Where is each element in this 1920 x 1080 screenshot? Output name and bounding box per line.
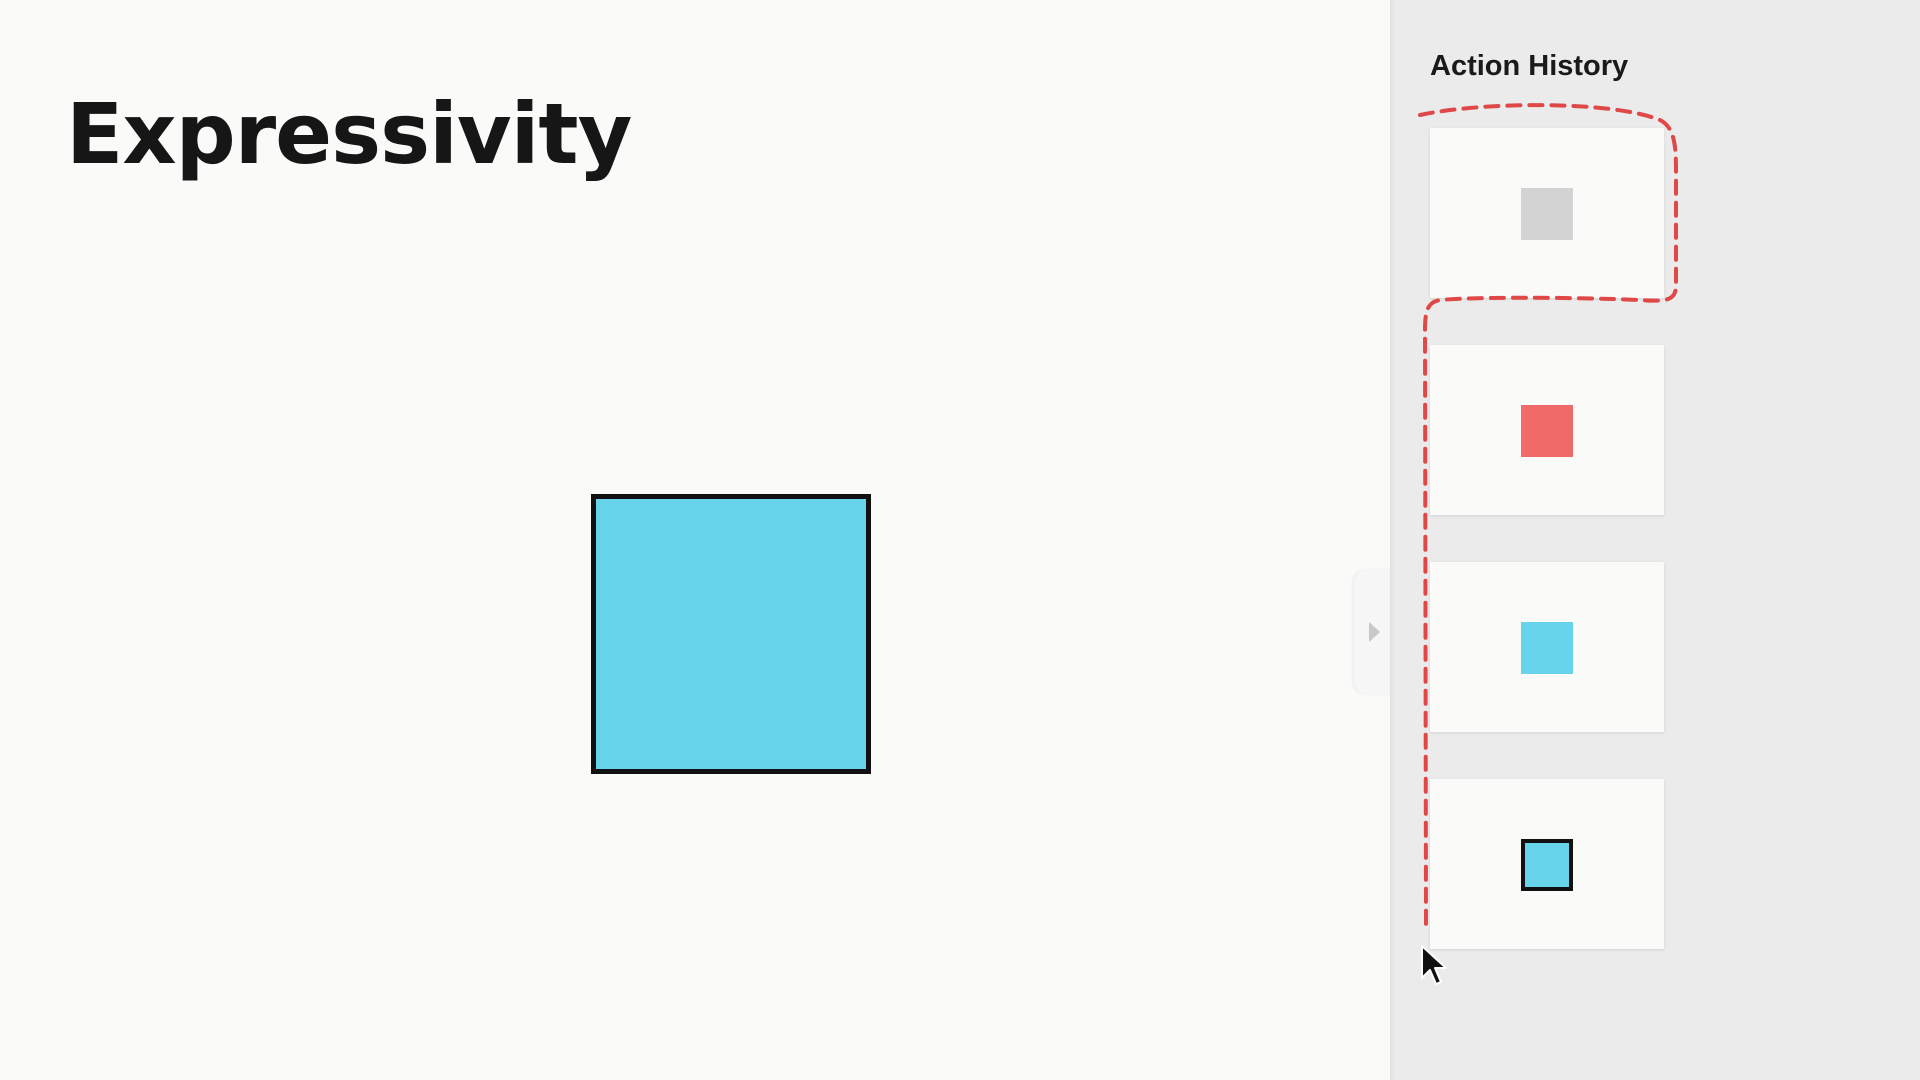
cyan-square-thumbnail (1521, 622, 1573, 674)
history-item-1[interactable] (1430, 128, 1664, 298)
chevron-right-icon (1369, 622, 1380, 642)
page-title: Expressivity (66, 85, 632, 183)
gray-square-thumbnail (1521, 188, 1573, 240)
history-item-4[interactable] (1430, 779, 1664, 949)
action-history-panel: Action History (1390, 0, 1920, 1080)
bordered-cyan-square-thumbnail (1521, 839, 1573, 891)
red-square-thumbnail (1521, 405, 1573, 457)
history-item-2[interactable] (1430, 345, 1664, 515)
canvas[interactable]: Expressivity (0, 0, 1390, 1080)
history-item-3[interactable] (1430, 562, 1664, 732)
action-history-title: Action History (1430, 50, 1629, 82)
canvas-square-shape[interactable] (591, 494, 871, 774)
mouse-pointer-icon (1421, 945, 1447, 985)
sidebar-toggle-button[interactable] (1354, 570, 1392, 694)
